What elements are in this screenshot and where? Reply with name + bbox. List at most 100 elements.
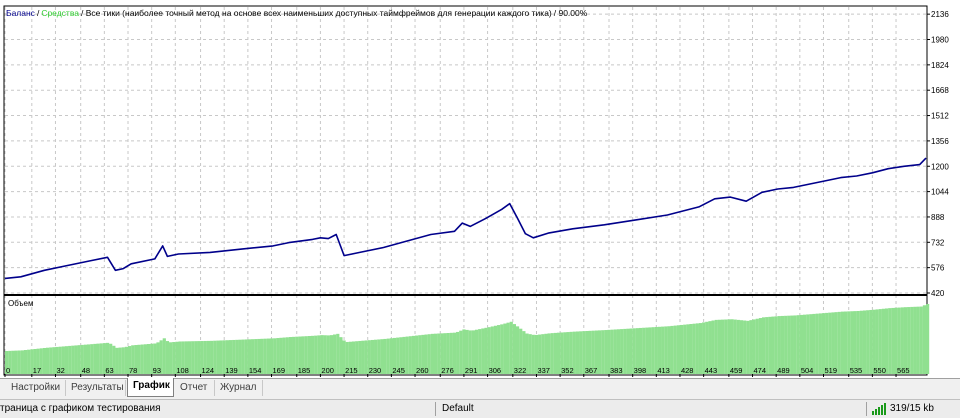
y-axis-labels: 420 576 732 888 1044 1200 1356 1512 1668 1824 1980…	[927, 10, 949, 298]
volume-bar	[720, 319, 725, 374]
status-separator	[435, 402, 436, 416]
volume-bar	[768, 316, 772, 374]
tab-settings[interactable]: Настройки	[6, 380, 66, 396]
y-tick-label: 1980	[931, 36, 949, 45]
volume-bar	[831, 312, 835, 374]
volume-bar	[64, 346, 69, 374]
volume-bar	[14, 350, 18, 374]
volume-bar	[314, 335, 318, 374]
volume-bar	[20, 350, 24, 374]
volume-bar	[884, 308, 889, 374]
status-description: траница с графиком тестирования	[0, 403, 161, 414]
volume-bar	[913, 306, 917, 374]
x-tick-label: 230	[369, 366, 382, 375]
volume-bar	[90, 344, 94, 374]
volume-bar	[749, 320, 753, 374]
tab-results[interactable]: Результаты	[66, 380, 126, 396]
x-tick-label: 215	[345, 366, 358, 375]
volume-bar	[503, 323, 507, 374]
volume-bar	[219, 340, 223, 374]
volume-bar	[629, 328, 633, 374]
volume-bar	[847, 311, 851, 374]
volume-bar	[68, 345, 72, 374]
volume-bar	[292, 336, 296, 374]
x-tick-label: 200	[321, 366, 334, 375]
volume-bar	[146, 344, 151, 374]
volume-bar	[339, 337, 343, 374]
volume-bar	[42, 347, 47, 374]
volume-bar	[853, 311, 857, 374]
volume-bar	[93, 343, 97, 374]
status-traffic: 319/15 kb	[890, 403, 934, 414]
volume-bar	[162, 338, 166, 374]
tab-report[interactable]: Отчет	[175, 380, 215, 396]
volume-bar	[336, 333, 340, 374]
volume-bar	[866, 310, 870, 374]
volume-bar	[834, 312, 838, 374]
status-separator	[866, 402, 867, 416]
volume-bar	[165, 341, 170, 374]
balance-line	[4, 157, 927, 280]
x-tick-label: 276	[441, 366, 454, 375]
volume-bar	[623, 328, 627, 374]
volume-bar	[743, 320, 747, 374]
chart-area[interactable]: 420 576 732 888 1044 1200 1356 1512 1668 1824 1980…	[0, 0, 960, 378]
volume-bar	[197, 341, 201, 374]
x-tick-label: 306	[489, 366, 502, 375]
x-tick-label: 260	[416, 366, 429, 375]
volume-bar	[676, 325, 681, 374]
volume-bar	[27, 349, 31, 374]
x-tick-label: 413	[657, 366, 670, 375]
x-tick-label: 459	[730, 366, 743, 375]
y-tick-label: 1512	[931, 112, 949, 121]
tab-journal[interactable]: Журнал	[215, 380, 263, 396]
status-bar: траница с графиком тестирования Default …	[0, 399, 960, 418]
volume-bar	[361, 340, 365, 374]
x-tick-label: 48	[82, 366, 90, 375]
x-tick-label: 17	[33, 366, 41, 375]
volume-bar	[77, 345, 81, 374]
volume-bar	[216, 340, 220, 374]
y-tick-label: 1668	[931, 86, 949, 95]
volume-bar	[288, 337, 293, 374]
x-tick-label: 78	[129, 366, 137, 375]
volume-bar	[115, 347, 119, 374]
volume-bar	[746, 320, 750, 374]
volume-bar	[862, 310, 867, 374]
volume-bar	[49, 347, 53, 374]
volume-bar	[825, 312, 829, 374]
volume-bar	[695, 323, 699, 374]
volume-bar	[651, 327, 655, 374]
x-tick-label: 489	[777, 366, 790, 375]
tab-graph[interactable]: График	[127, 378, 174, 397]
volume-bar	[310, 335, 315, 374]
y-tick-label: 1824	[931, 61, 949, 70]
x-tick-label: 519	[824, 366, 837, 375]
volume-bar	[411, 335, 416, 374]
y-tick-label: 2136	[931, 10, 949, 19]
volume-bar	[648, 327, 652, 374]
volume-bar	[888, 308, 892, 374]
volume-bar	[922, 305, 927, 374]
volume-bar	[575, 331, 580, 374]
volume-bar	[169, 342, 173, 374]
volume-bar	[71, 345, 75, 374]
volume-bar	[405, 336, 409, 374]
volume-bar	[856, 310, 860, 374]
volume-bar	[137, 344, 141, 374]
volume-bar	[553, 332, 558, 374]
volume-bar	[263, 338, 267, 374]
volume-bar	[46, 347, 50, 374]
x-tick-label: 337	[537, 366, 550, 375]
x-tick-label: 124	[202, 366, 215, 375]
volume-bar	[509, 321, 513, 374]
volume-bar	[433, 333, 438, 374]
volume-bar	[99, 343, 103, 374]
volume-bars	[5, 304, 930, 374]
volume-bar	[828, 312, 832, 374]
x-tick-label: 383	[610, 366, 623, 375]
volume-bar	[926, 304, 930, 374]
volume-bar	[194, 341, 198, 374]
volume-bar	[140, 344, 144, 374]
volume-bar	[850, 311, 854, 374]
